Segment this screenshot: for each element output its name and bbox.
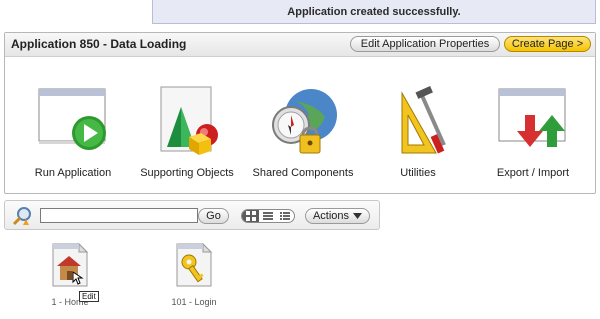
create-page-button[interactable]: Create Page > [504, 36, 591, 52]
export-import-icon [495, 85, 571, 159]
page-item-label: 101 - Login [171, 297, 217, 307]
go-button[interactable]: Go [198, 208, 229, 224]
page-item-login[interactable]: 101 - Login [149, 242, 239, 307]
details-view-icon[interactable] [277, 210, 294, 222]
application-title: Application 850 - Data Loading [11, 37, 187, 51]
tile-label: Run Application [34, 167, 112, 179]
page-item-home[interactable]: 1 - Home [25, 242, 115, 307]
page-item-label: 1 - Home [51, 297, 89, 307]
actions-menu-button[interactable]: Actions [305, 208, 370, 224]
login-page-icon [173, 242, 215, 293]
tile-run-application[interactable]: Run Application [18, 85, 128, 179]
supporting-objects-icon [149, 85, 225, 159]
page-search-bar: Go Actions [4, 200, 380, 230]
icon-view-icon[interactable] [242, 210, 260, 222]
tile-utilities[interactable]: Utilities [363, 85, 473, 179]
utilities-icon [380, 85, 456, 159]
tile-label: Supporting Objects [140, 167, 234, 179]
application-panel: Application 850 - Data Loading Edit Appl… [4, 32, 596, 194]
actions-label: Actions [312, 210, 350, 222]
panel-header: Application 850 - Data Loading Edit Appl… [5, 33, 595, 57]
edit-tooltip: Edit [79, 291, 99, 302]
report-view-icon[interactable] [259, 210, 276, 222]
run-application-icon [35, 85, 111, 159]
notification-text: Application created successfully. [287, 5, 461, 18]
search-icon [12, 205, 34, 232]
home-page-icon [49, 242, 91, 293]
edit-application-properties-button[interactable]: Edit Application Properties [350, 36, 500, 52]
tile-shared-components[interactable]: Shared Components [248, 85, 358, 179]
tile-label: Shared Components [252, 167, 354, 179]
chevron-down-icon [353, 210, 363, 222]
tile-label: Export / Import [496, 167, 570, 179]
success-notification: Application created successfully. [152, 0, 596, 24]
tile-label: Utilities [400, 167, 436, 179]
tile-export-import[interactable]: Export / Import [478, 85, 588, 179]
tile-supporting-objects[interactable]: Supporting Objects [132, 85, 242, 179]
shared-components-icon [265, 85, 341, 159]
search-input[interactable] [40, 208, 198, 223]
view-toggle [241, 209, 295, 223]
